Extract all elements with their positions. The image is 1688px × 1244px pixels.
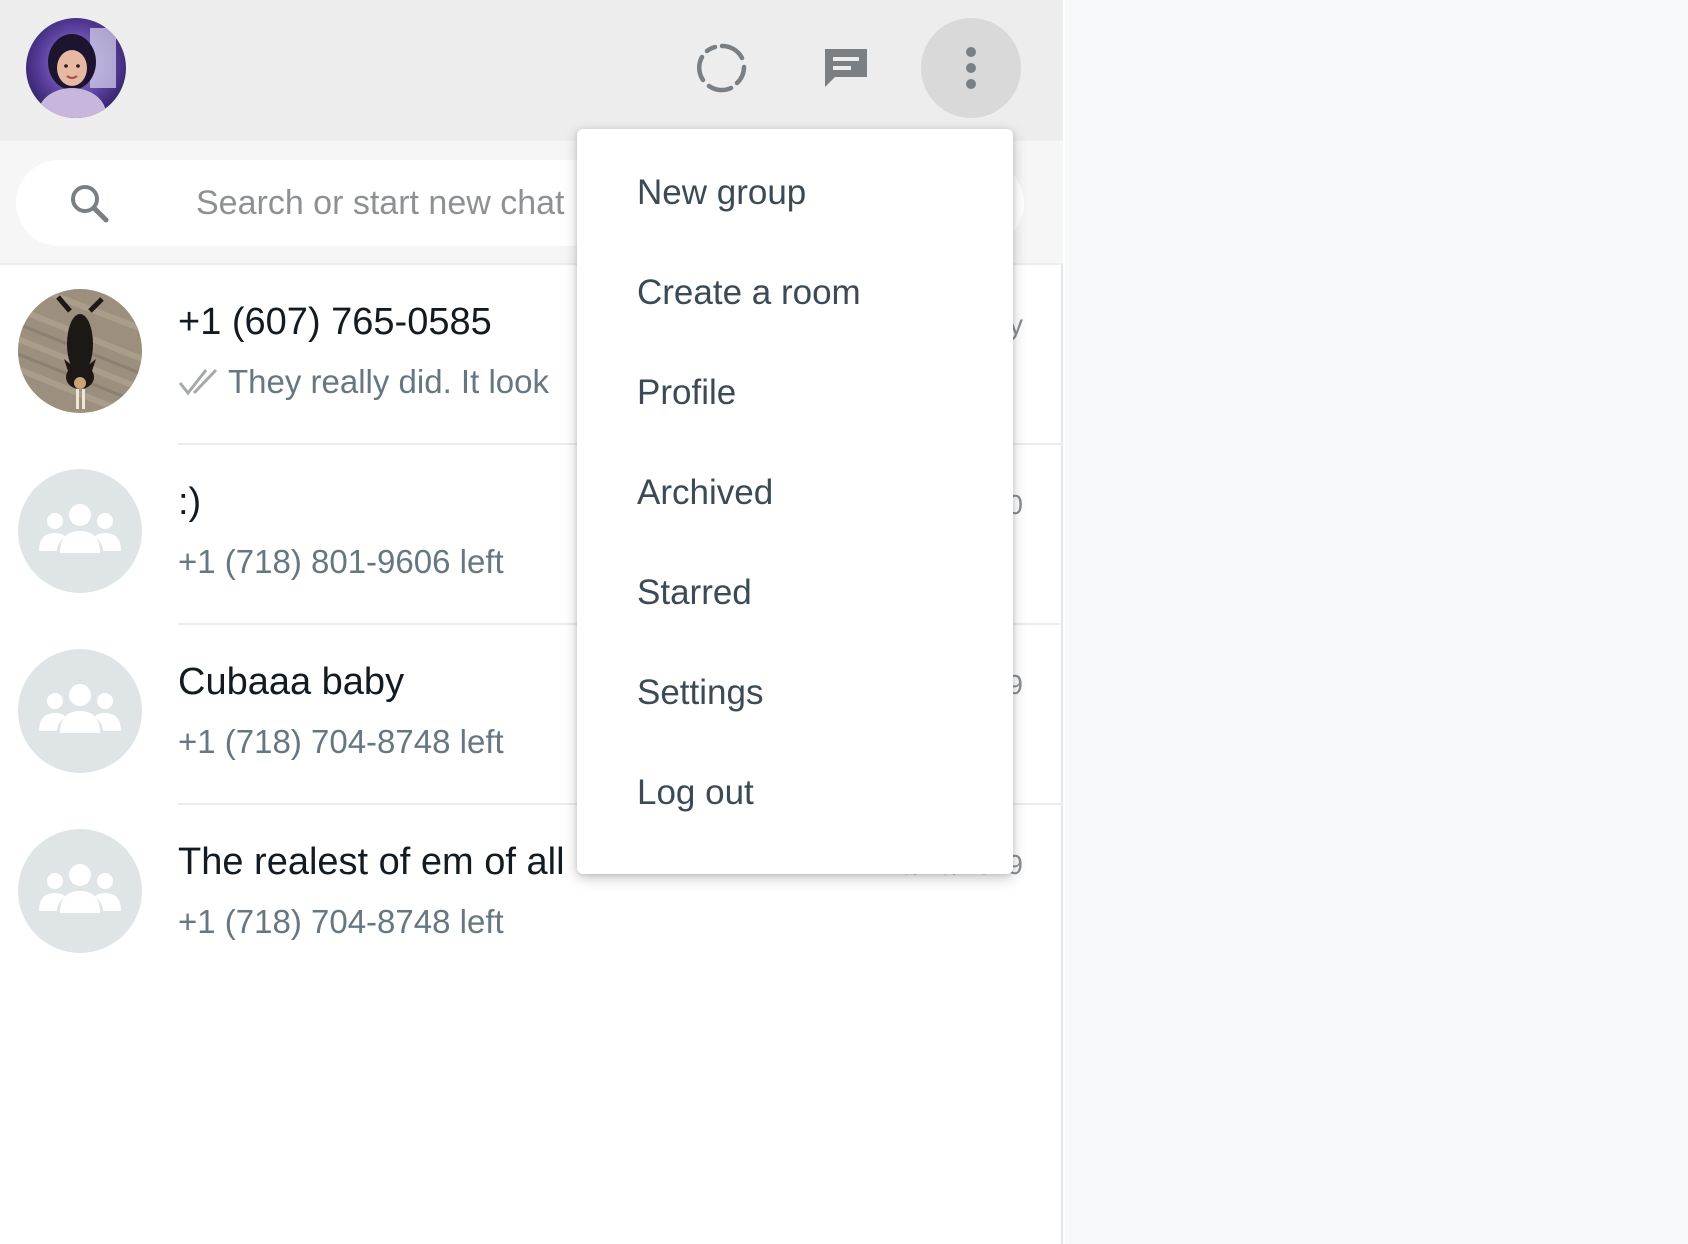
menu-item-new-group[interactable]: New group [577, 143, 1013, 243]
double-check-icon [178, 368, 218, 396]
group-avatar [18, 649, 142, 773]
new-chat-icon [825, 49, 867, 87]
chat-preview: +1 (718) 801-9606 left [178, 543, 504, 581]
panel-header [0, 0, 1063, 141]
whatsapp-web-app: +1 (607) 765-0585 y They really did. It … [0, 0, 1688, 1244]
contact-avatar [18, 289, 142, 413]
group-avatar [18, 469, 142, 593]
menu-item-starred[interactable]: Starred [577, 543, 1013, 643]
chat-name: :) [178, 481, 202, 523]
menu-button[interactable] [921, 18, 1021, 118]
menu-item-settings[interactable]: Settings [577, 643, 1013, 743]
chat-preview: +1 (718) 704-8748 left [178, 723, 504, 761]
menu-item-profile[interactable]: Profile [577, 343, 1013, 443]
status-button[interactable] [672, 18, 772, 118]
dog-photo [18, 289, 142, 413]
group-icon [39, 864, 121, 913]
conversation-placeholder-panel [1065, 0, 1688, 1244]
menu-item-archived[interactable]: Archived [577, 443, 1013, 543]
chat-preview-text: +1 (718) 704-8748 left [178, 723, 504, 760]
group-avatar [18, 829, 142, 953]
menu-item-create-room[interactable]: Create a room [577, 243, 1013, 343]
menu-item-log-out[interactable]: Log out [577, 743, 1013, 843]
chat-preview: They really did. It look [178, 363, 549, 401]
chat-preview: +1 (718) 704-8748 left [178, 903, 504, 941]
more-vertical-icon [966, 47, 976, 89]
chat-name: Cubaaa baby [178, 661, 405, 703]
new-chat-button[interactable] [796, 18, 896, 118]
chat-name: The realest of em of all [178, 841, 565, 883]
chat-preview-text: +1 (718) 704-8748 left [178, 903, 504, 940]
group-icon [39, 504, 121, 553]
chat-preview-text: They really did. It look [228, 363, 549, 400]
chat-name: +1 (607) 765-0585 [178, 301, 492, 343]
chat-preview-text: +1 (718) 801-9606 left [178, 543, 504, 580]
group-icon [39, 684, 121, 733]
options-dropdown-menu: New group Create a room Profile Archived… [577, 129, 1013, 874]
search-icon[interactable] [68, 182, 112, 226]
status-circle-icon [697, 43, 747, 93]
user-avatar[interactable] [26, 18, 126, 118]
